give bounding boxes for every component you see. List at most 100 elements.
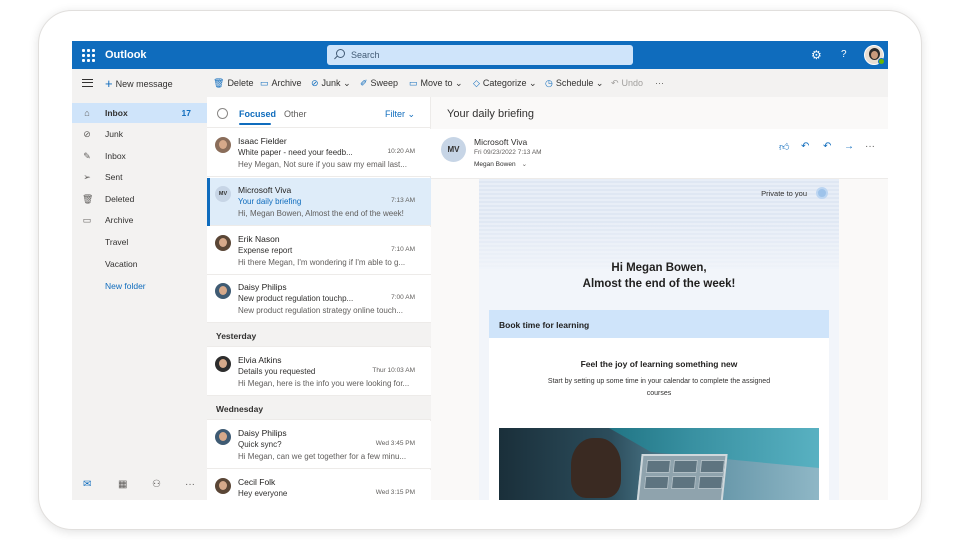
sender-avatar bbox=[215, 429, 231, 445]
message-subject: New product regulation touchp... bbox=[238, 294, 354, 303]
move-to-button[interactable]: ▭ Move to ⌄ bbox=[409, 78, 463, 89]
message-time: 7:10 AM bbox=[391, 246, 415, 253]
sidebar-item-vacation[interactable]: Vacation bbox=[72, 254, 207, 274]
help-icon[interactable]: ? bbox=[841, 48, 847, 62]
tab-focused[interactable]: Focused bbox=[239, 109, 276, 125]
sidebar-item-inbox[interactable]: ⌂ Inbox 17 bbox=[72, 103, 207, 123]
filter-button[interactable]: Filter ⌄ bbox=[385, 109, 415, 120]
learning-body: Start by setting up some time in your ca… bbox=[547, 378, 771, 397]
sidebar-item-travel[interactable]: Travel bbox=[72, 232, 207, 252]
delete-button[interactable]: 🗑 Delete bbox=[213, 78, 253, 89]
categorize-button[interactable]: ◇ Categorize ⌄ bbox=[473, 78, 537, 89]
sidebar-item-archive[interactable]: ▭ Archive bbox=[72, 210, 207, 230]
message-header: MV Microsoft Viva Fri 09/23/2022 7:13 AM… bbox=[431, 129, 888, 179]
sidebar-item-label: Inbox bbox=[105, 151, 126, 161]
undo-button[interactable]: ↶ Undo bbox=[611, 78, 643, 89]
plus-icon: + bbox=[105, 76, 113, 91]
select-all-checkbox[interactable] bbox=[217, 108, 228, 119]
inbox-pivot: Focused Other Filter ⌄ bbox=[207, 97, 431, 128]
like-icon[interactable]: 👍︎ bbox=[779, 141, 789, 153]
more-actions-button[interactable]: ··· bbox=[865, 141, 875, 152]
conversation-title: Your daily briefing bbox=[447, 108, 535, 120]
sidebar-item-label: Inbox bbox=[105, 108, 128, 118]
sweep-label: Sweep bbox=[370, 78, 399, 88]
sidebar-item-label: Travel bbox=[105, 237, 129, 247]
archive-icon: ▭ bbox=[260, 78, 269, 88]
undo-icon: ↶ bbox=[611, 78, 619, 88]
message-time: Wed 3:15 PM bbox=[375, 489, 415, 496]
junk-icon: ⊘ bbox=[83, 129, 91, 139]
sidebar-item-label: Archive bbox=[105, 215, 134, 225]
unread-count: 17 bbox=[181, 108, 191, 118]
move-to-label: Move to bbox=[420, 78, 453, 88]
calendar-icon[interactable]: ▦ bbox=[118, 479, 127, 490]
message-time: 7:13 AM bbox=[391, 197, 415, 204]
list-item-selected[interactable]: MV Microsoft Viva Your daily briefing 7:… bbox=[207, 178, 431, 226]
photo-person bbox=[571, 438, 621, 498]
list-item[interactable]: Cecil Folk Hey everyone Wed 3:15 PM bbox=[207, 470, 431, 500]
sender-avatar bbox=[215, 283, 231, 299]
new-message-button[interactable]: + New message bbox=[105, 76, 173, 91]
sidebar-item-label: Sent bbox=[105, 172, 123, 182]
list-item[interactable]: Elvia Atkins Details you requested Thur … bbox=[207, 348, 431, 396]
learning-heading: Feel the joy of learning something new bbox=[580, 359, 738, 369]
people-icon[interactable]: ⚇ bbox=[152, 479, 161, 490]
broom-icon: ✐ bbox=[360, 78, 368, 88]
list-item[interactable]: Erik Nason Expense report 7:10 AM Hi the… bbox=[207, 227, 431, 275]
forward-icon[interactable]: → bbox=[844, 141, 854, 152]
sweep-button[interactable]: ✐ Sweep bbox=[360, 78, 398, 89]
mail-icon[interactable]: ✉ bbox=[83, 479, 91, 490]
sender-avatar[interactable]: MV bbox=[441, 137, 466, 162]
greeting: Hi Megan Bowen, Almost the end of the we… bbox=[479, 260, 839, 292]
section-header-wednesday: Wednesday bbox=[207, 396, 431, 420]
list-item[interactable]: Daisy Philips New product regulation tou… bbox=[207, 275, 431, 323]
sender-name: Daisy Philips bbox=[238, 282, 287, 292]
archive-button[interactable]: ▭ Archive bbox=[260, 78, 302, 89]
sender-name: Cecil Folk bbox=[238, 477, 276, 487]
trash-icon: 🗑 bbox=[82, 194, 94, 204]
filter-label: Filter bbox=[385, 109, 405, 119]
list-item[interactable]: Isaac Fielder White paper - need your fe… bbox=[207, 129, 431, 177]
recipient[interactable]: Megan Bowen ⌄ bbox=[474, 160, 527, 168]
sent-icon: ➢ bbox=[83, 172, 91, 182]
greeting-line-1: Hi Megan Bowen, bbox=[611, 262, 707, 274]
app-name[interactable]: Outlook bbox=[105, 49, 147, 61]
chevron-down-icon: ⌄ bbox=[593, 78, 604, 88]
gear-icon[interactable]: ⚙ bbox=[811, 48, 822, 62]
sender-name: Elvia Atkins bbox=[238, 355, 282, 365]
sender-avatar bbox=[215, 235, 231, 251]
new-folder-link[interactable]: New folder bbox=[72, 276, 207, 296]
more-commands-button[interactable]: ··· bbox=[655, 78, 664, 88]
list-item[interactable]: Daisy Philips Quick sync? Wed 3:45 PM Hi… bbox=[207, 421, 431, 469]
clock-icon: ◷ bbox=[545, 78, 553, 88]
message-subject: Details you requested bbox=[238, 367, 316, 376]
message-list: Focused Other Filter ⌄ Isaac Fielder Whi… bbox=[207, 97, 431, 500]
chevron-down-icon: ⌄ bbox=[521, 161, 528, 168]
message-subject: Quick sync? bbox=[238, 440, 282, 449]
reply-all-icon[interactable]: ↶ bbox=[823, 141, 831, 152]
tab-other[interactable]: Other bbox=[284, 109, 307, 119]
sender-avatar bbox=[215, 356, 231, 372]
sidebar-item-deleted[interactable]: 🗑 Deleted bbox=[72, 189, 207, 209]
schedule-button[interactable]: ◷ Schedule ⌄ bbox=[545, 78, 603, 89]
message-preview: Hi Megan, here is the info you were look… bbox=[238, 379, 410, 388]
sidebar-item-inbox-2[interactable]: ✎ Inbox bbox=[72, 146, 207, 166]
junk-button[interactable]: ⊘ Junk ⌄ bbox=[311, 78, 351, 89]
sender-name[interactable]: Microsoft Viva bbox=[474, 137, 527, 147]
sidebar-item-junk[interactable]: ⊘ Junk bbox=[72, 124, 207, 144]
inbox-icon: ⌂ bbox=[84, 108, 90, 118]
message-preview: New product regulation strategy online t… bbox=[238, 306, 403, 315]
sidebar-item-sent[interactable]: ➢ Sent bbox=[72, 167, 207, 187]
hamburger-icon[interactable] bbox=[82, 79, 93, 87]
reading-pane: Your daily briefing MV Microsoft Viva Fr… bbox=[431, 97, 888, 500]
book-learning-header: Book time for learning bbox=[489, 310, 829, 338]
search-box[interactable]: Search bbox=[327, 45, 633, 65]
app-launcher-icon[interactable] bbox=[80, 47, 96, 63]
message-subject: White paper - need your feedb... bbox=[238, 148, 353, 157]
more-icon[interactable]: ··· bbox=[185, 479, 195, 490]
reply-icon[interactable]: ↶ bbox=[801, 141, 809, 152]
sidebar-item-label: Deleted bbox=[105, 194, 135, 204]
new-message-label: New message bbox=[115, 79, 173, 89]
pencil-icon: ✎ bbox=[83, 151, 91, 161]
recipient-name: Megan Bowen bbox=[474, 161, 516, 168]
